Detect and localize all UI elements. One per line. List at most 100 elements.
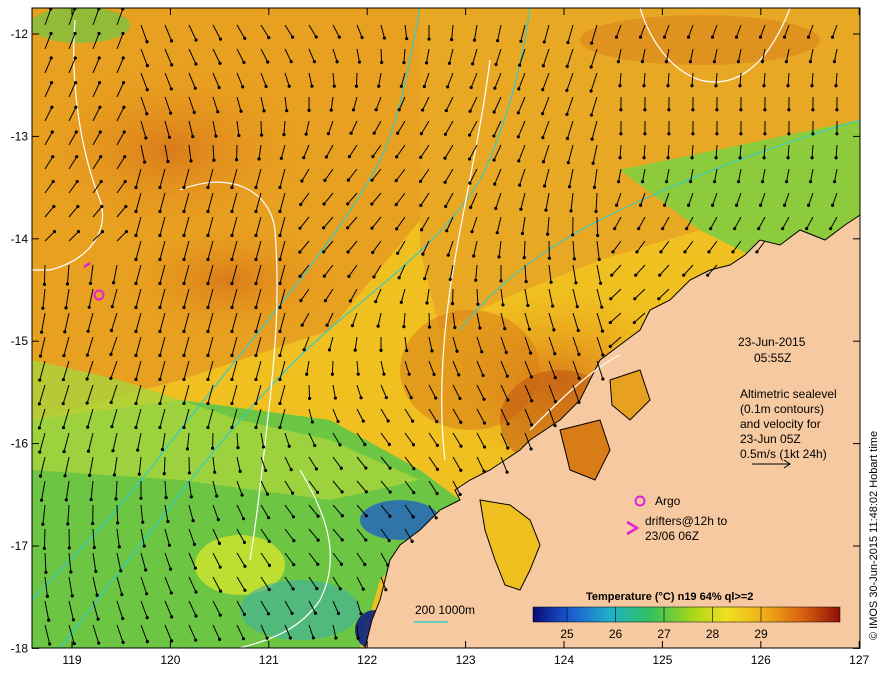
velocity-arrow-head (611, 250, 615, 254)
velocity-arrow-head (339, 562, 344, 566)
velocity-arrow-head (657, 297, 661, 301)
velocity-arrow-head (710, 35, 715, 39)
velocity-arrow-head (97, 56, 101, 60)
velocity-arrow-head (237, 133, 241, 138)
velocity-arrow-head (399, 84, 403, 88)
velocity-arrow-head (327, 348, 332, 352)
velocity-arrow-head (435, 491, 439, 496)
lon-tick-label: 126 (751, 653, 771, 667)
velocity-arrow-head (810, 156, 814, 160)
velocity-arrow-head (444, 204, 448, 208)
altimetry-line: 0.5m/s (1kt 24h) (740, 447, 827, 461)
velocity-arrow-head (65, 282, 70, 286)
velocity-arrow-head (145, 616, 149, 620)
velocity-arrow-head (302, 348, 306, 352)
velocity-arrow-head (506, 446, 510, 450)
velocity-arrow-head (590, 137, 594, 141)
velocity-arrow-head (419, 203, 423, 208)
velocity-arrow-head (121, 640, 125, 644)
velocity-arrow-head (714, 156, 718, 160)
velocity-arrow-head (339, 466, 343, 470)
velocity-arrow-head (691, 132, 695, 136)
velocity-arrow-head (565, 136, 570, 141)
velocity-arrow-head (634, 273, 638, 277)
velocity-arrow-head (168, 567, 173, 571)
velocity-arrow-head (75, 155, 79, 159)
velocity-arrow-head (524, 279, 528, 284)
velocity-arrow-head (501, 303, 505, 307)
velocity-arrow-head (372, 131, 376, 135)
velocity-arrow-head (304, 132, 308, 136)
velocity-arrow-head (47, 618, 51, 622)
velocity-arrow-head (546, 232, 550, 236)
velocity-arrow-head (405, 36, 409, 41)
velocity-arrow-head (191, 519, 195, 523)
velocity-arrow-head (298, 250, 302, 254)
velocity-arrow-head (215, 494, 219, 498)
velocity-arrow-head (315, 587, 319, 591)
lat-tick-label: -18 (11, 641, 29, 655)
velocity-arrow-head (144, 136, 148, 140)
velocity-arrow-head (379, 348, 383, 352)
velocity-arrow-head (110, 305, 114, 309)
velocity-arrow-head (430, 349, 434, 353)
velocity-arrow-head (590, 41, 594, 45)
velocity-arrow-head (360, 35, 364, 40)
lon-tick-label: 125 (652, 653, 672, 667)
velocity-arrow-head (476, 302, 480, 306)
velocity-arrow-head (287, 444, 291, 448)
velocity-arrow-head (74, 130, 78, 134)
velocity-arrow-head (266, 516, 271, 520)
velocity-arrow-head (278, 233, 282, 238)
velocity-arrow-head (374, 108, 378, 112)
velocity-arrow-head (194, 62, 198, 66)
velocity-arrow-head (450, 37, 454, 42)
velocity-arrow-head (805, 226, 809, 231)
velocity-arrow-head (409, 396, 413, 400)
velocity-arrow-head (600, 329, 605, 333)
altimetry-line: Altimetric sealevel (740, 387, 837, 401)
velocity-arrow-head (62, 450, 66, 454)
velocity-arrow-head (432, 372, 436, 377)
velocity-arrow-head (109, 400, 113, 405)
velocity-arrow-head (42, 282, 47, 286)
velocity-arrow-head (332, 84, 336, 88)
velocity-arrow-head (541, 112, 545, 116)
velocity-arrow-head (334, 636, 338, 640)
velocity-arrow-head (322, 202, 326, 206)
velocity-arrow-head (289, 60, 293, 64)
velocity-arrow-head (530, 399, 534, 403)
velocity-arrow-head (353, 348, 357, 352)
velocity-arrow-head (111, 449, 115, 453)
velocity-arrow-head (194, 614, 198, 618)
velocity-arrow-head (565, 64, 569, 69)
velocity-arrow-head (337, 35, 341, 39)
velocity-arrow-head (757, 226, 761, 231)
velocity-arrow-head (446, 253, 450, 257)
velocity-arrow-head (370, 226, 374, 230)
velocity-arrow-head (481, 373, 485, 378)
velocity-arrow-head (427, 325, 432, 329)
velocity-arrow-head (194, 638, 198, 642)
velocity-arrow-head (52, 229, 57, 234)
velocity-arrow-head (664, 59, 669, 64)
velocity-arrow-head (116, 521, 120, 525)
velocity-arrow-head (285, 108, 289, 113)
velocity-arrow-head (257, 157, 261, 161)
velocity-arrow-head (388, 466, 392, 470)
velocity-arrow-head (493, 182, 497, 186)
velocity-arrow-head (145, 64, 149, 68)
velocity-arrow-head (356, 636, 360, 640)
velocity-arrow-head (218, 613, 222, 617)
velocity-arrow-head (299, 202, 303, 207)
drifter-legend-line: 23/06 06Z (645, 529, 699, 543)
lat-tick-label: -15 (11, 334, 29, 348)
velocity-arrow-head (170, 63, 174, 67)
velocity-arrow-head (316, 538, 320, 542)
velocity-arrow-head (382, 372, 386, 376)
velocity-arrow-head (114, 497, 118, 501)
velocity-arrow-head (322, 274, 326, 278)
velocity-arrow-head (206, 425, 210, 430)
velocity-arrow-head (351, 108, 356, 112)
velocity-arrow-head (553, 376, 557, 380)
